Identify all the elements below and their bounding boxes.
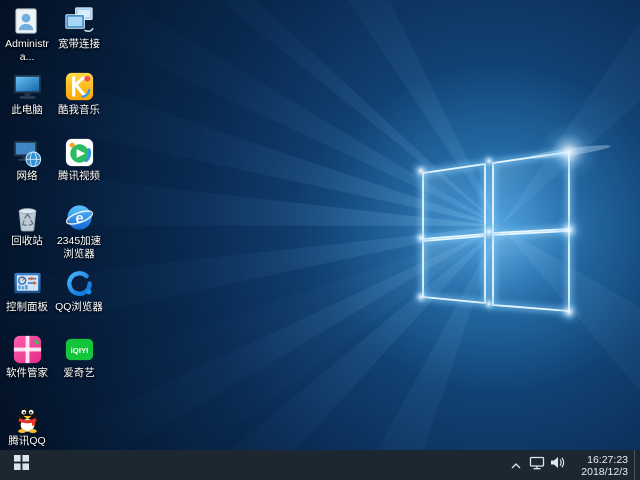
desktop-icon-recycle-bin[interactable]: 回收站 [0,201,54,248]
icon-label: 网络 [17,170,38,183]
volume-tray-button[interactable] [547,450,568,480]
windows-logo-icon [14,455,29,475]
iqiyi-icon: iQIYI [63,333,96,366]
desktop-icon-network[interactable]: 网络 [0,136,54,183]
taskbar: 16:27:23 2018/12/3 [0,450,640,480]
desktop-icon-tencent-video[interactable]: 腾讯视频 [52,136,106,183]
taskbar-empty-area [42,450,505,480]
chevron-up-icon [511,456,521,474]
network-globe-icon [11,136,44,169]
control-panel-icon [11,267,44,300]
desktop-icon-control-panel[interactable]: 控制面板 [0,267,54,314]
svg-text:iQIYI: iQIYI [70,346,88,355]
icon-label: 回收站 [11,235,43,248]
desktop-icon-2345-browser[interactable]: e 2345加速浏览器 [52,201,106,260]
show-desktop-button[interactable] [634,450,640,480]
system-tray: 16:27:23 2018/12/3 [505,450,640,480]
desktop: Administra... 宽带连接 [0,0,640,450]
icon-label: 爱奇艺 [63,367,95,380]
software-manager-icon [11,333,44,366]
kuwo-music-icon [63,70,96,103]
icon-label: 此电脑 [11,104,43,117]
network-icon [529,456,545,475]
icon-label: 软件管家 [6,367,48,380]
2345-browser-icon: e [63,201,96,234]
hidden-icons-button[interactable] [505,450,526,480]
qq-browser-icon [63,267,96,300]
computer-monitor-icon [11,70,44,103]
tencent-video-icon [63,136,96,169]
network-tray-button[interactable] [526,450,547,480]
recycle-bin-icon [11,201,44,234]
desktop-icon-tencent-qq[interactable]: 腾讯QQ [0,401,54,448]
icon-label: 宽带连接 [58,38,100,51]
start-button[interactable] [0,450,42,480]
desktop-icon-this-pc[interactable]: 此电脑 [0,70,54,117]
qq-penguin-icon [11,401,44,434]
clock-time: 16:27:23 [570,454,628,467]
desktop-icon-iqiyi[interactable]: iQIYI 爱奇艺 [52,333,106,380]
clock-date: 2018/12/3 [570,466,628,479]
broadband-connection-icon [63,4,96,37]
icon-label: 控制面板 [6,301,48,314]
icon-label: QQ浏览器 [55,301,103,314]
desktop-icon-software-manager[interactable]: 软件管家 [0,333,54,380]
desktop-icon-broadband[interactable]: 宽带连接 [52,4,106,51]
icon-label: Administra... [0,38,54,63]
volume-icon [550,456,565,474]
icon-label: 腾讯QQ [8,435,45,448]
desktop-icon-administrator[interactable]: Administra... [0,4,54,63]
desktop-icon-qq-browser[interactable]: QQ浏览器 [52,267,106,314]
icon-label: 腾讯视频 [58,170,100,183]
user-files-icon [11,4,44,37]
icon-label: 酷我音乐 [58,104,100,117]
icon-label: 2345加速浏览器 [52,235,106,260]
desktop-icon-kuwo-music[interactable]: 酷我音乐 [52,70,106,117]
taskbar-clock[interactable]: 16:27:23 2018/12/3 [568,452,634,479]
